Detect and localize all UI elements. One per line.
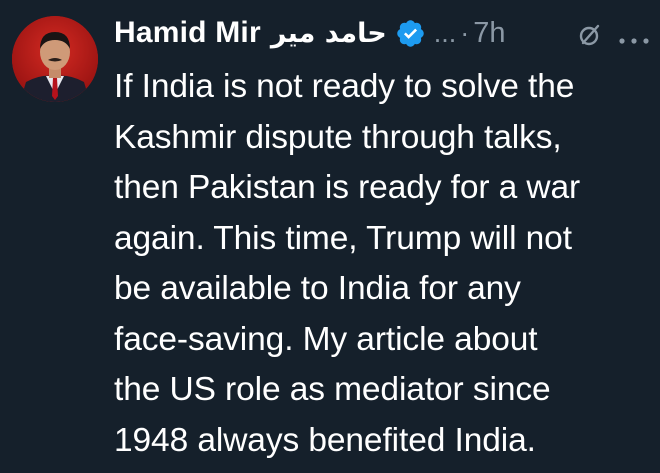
tweet-text-line: If India is not ready to solve the (114, 68, 575, 105)
tweet-header: Hamid Mir حامد میر ... · 7h (114, 10, 505, 56)
author-name-urdu[interactable]: حامد میر (271, 18, 387, 49)
verified-badge-icon (395, 18, 426, 49)
avatar-image (12, 16, 98, 102)
tweet-text: If India is not ready to solve the Kashm… (114, 62, 654, 466)
avatar[interactable] (12, 16, 98, 102)
tweet[interactable]: Hamid Mir حامد میر ... · 7h If India is … (0, 0, 660, 473)
tweet-text-line: the US role as mediator since (114, 371, 551, 408)
tweet-text-line: face-saving. My article about (114, 320, 538, 358)
tweet-text-line: 1948 always benefited India. (114, 421, 536, 459)
timestamp[interactable]: 7h (473, 17, 505, 50)
tweet-text-line: again. This time, Trump will not (114, 219, 572, 257)
tweet-text-line: be available to India for any (114, 270, 521, 307)
more-options-icon[interactable] (618, 32, 650, 44)
separator-dot: · (460, 17, 470, 48)
author-handle[interactable]: ... (434, 18, 457, 49)
tweet-text-line: Kashmir dispute through talks, (114, 118, 562, 156)
author-name[interactable]: Hamid Mir (114, 16, 261, 50)
tweet-text-line: then Pakistan is ready for a war (114, 169, 581, 206)
grok-icon[interactable] (577, 22, 603, 48)
